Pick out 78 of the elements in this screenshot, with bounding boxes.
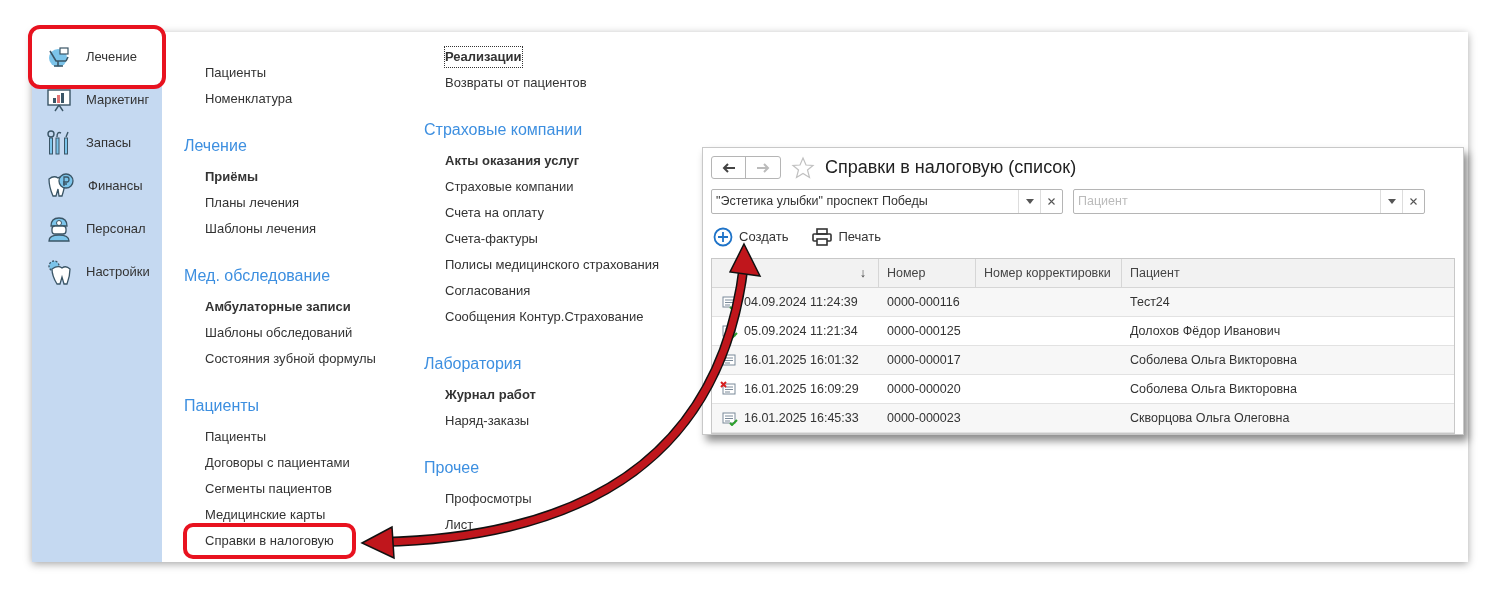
tooth-coin-icon <box>46 173 74 199</box>
filter-field[interactable]: Пациент <box>1073 189 1425 214</box>
section-heading: Страховые компании <box>424 120 584 140</box>
menu-link[interactable]: Счета-фактуры <box>445 229 538 249</box>
table-cell-text: 05.09.2024 11:21:34 <box>744 322 858 340</box>
table-cell-text: 16.01.2025 16:45:33 <box>744 409 859 427</box>
menu-link[interactable]: Журнал работ <box>445 385 536 405</box>
menu-link[interactable]: Планы лечения <box>205 193 300 213</box>
dental-tools-icon <box>46 130 72 156</box>
window-title: Справки в налоговую (список) <box>825 156 1077 179</box>
arrow-right-icon <box>756 162 770 173</box>
filter-input[interactable]: "Эстетика улыбки" проспект Победы <box>712 192 1018 211</box>
table-cell-text: 0000-000125 <box>887 322 961 340</box>
filter-input[interactable]: Пациент <box>1074 192 1380 211</box>
section-heading: Лаборатория <box>424 354 523 374</box>
create-button[interactable]: Создать <box>713 227 789 247</box>
menu-link[interactable]: Согласования <box>445 281 531 301</box>
tooth-gear-icon <box>46 259 72 285</box>
sidebar-item[interactable]: Персонал <box>36 214 160 244</box>
menu-link[interactable]: Пациенты <box>205 63 266 83</box>
section-heading: Мед. обследование <box>184 266 332 286</box>
table-cell-text: Соболева Ольга Викторовна <box>1130 351 1297 369</box>
doctor-icon <box>46 216 72 242</box>
table-cell-text: 16.01.2025 16:09:29 <box>744 380 859 398</box>
dental-chair-icon <box>46 45 72 69</box>
menu-link[interactable]: Амбулаторные записи <box>205 297 351 317</box>
table-row[interactable]: 04.09.2024 11:24:39 0000-000116 Тест24 <box>712 288 1454 317</box>
section-heading: Пациенты <box>184 396 261 416</box>
menu-link[interactable]: Страховые компании <box>445 177 574 197</box>
table-row[interactable]: 16.01.2025 16:45:33 0000-000023 Скворцова Ольга Олеговна <box>712 404 1454 433</box>
plus-circle-icon <box>713 227 733 247</box>
menu-link[interactable]: Приёмы <box>205 167 259 187</box>
sidebar-item[interactable]: Финансы <box>36 171 160 201</box>
star-icon[interactable] <box>791 155 815 180</box>
menu-link[interactable]: Договоры с пациентами <box>205 453 350 473</box>
menu-link[interactable]: Возвраты от пациентов <box>445 73 587 93</box>
table-cell-text: 0000-000023 <box>887 409 961 427</box>
arrow-left-icon <box>721 162 736 173</box>
presentation-chart-icon <box>46 88 72 112</box>
table-cell-text: 0000-000116 <box>887 293 960 311</box>
sidebar-item[interactable]: Маркетинг <box>36 85 160 115</box>
deleted-document-icon <box>720 381 738 397</box>
menu-link[interactable]: Акты оказания услуг <box>445 151 580 171</box>
table-cell-text: Соболева Ольга Викторовна <box>1130 380 1297 398</box>
column-header[interactable]: Номер корректировки <box>976 259 1122 287</box>
menu-link[interactable]: Наряд-заказы <box>445 411 530 431</box>
column-header[interactable]: Номер <box>879 259 976 287</box>
sidebar-item[interactable]: Настройки <box>36 257 160 287</box>
menu-link[interactable]: Состояния зубной формулы <box>205 349 376 369</box>
menu-link[interactable]: Счета на оплату <box>445 203 544 223</box>
menu-link[interactable]: Шаблоны обследований <box>205 323 353 343</box>
menu-link[interactable]: Лист <box>445 515 474 535</box>
menu-link[interactable]: Сегменты пациентов <box>205 479 332 499</box>
deleted-document-icon <box>720 352 738 368</box>
menu-link[interactable]: Полисы медицинского страхования <box>445 255 660 275</box>
table-row[interactable]: 16.01.2025 16:01:32 0000-000017 Соболева Ольга Викторовна <box>712 346 1454 375</box>
table-cell-text: 04.09.2024 11:24:39 <box>744 293 858 311</box>
table-cell-text: 0000-000020 <box>887 380 961 398</box>
menu-link[interactable]: Сообщения Контур.Страхование <box>445 307 644 327</box>
print-button[interactable]: Печать <box>812 227 881 247</box>
sidebar-item[interactable]: Запасы <box>36 128 160 158</box>
menu-link[interactable]: Медицинские карты <box>205 505 326 525</box>
menu-link[interactable]: Профосмотры <box>445 489 532 509</box>
table-cell-text: Тест24 <box>1130 293 1170 311</box>
posted-document-icon <box>720 410 738 426</box>
section-heading: Лечение <box>184 136 248 156</box>
table-cell-text: Скворцова Ольга Олеговна <box>1130 409 1290 427</box>
section-heading: Прочее <box>424 458 481 478</box>
filter-field[interactable]: "Эстетика улыбки" проспект Победы <box>711 189 1063 214</box>
table-cell-text: 0000-000017 <box>887 351 961 369</box>
table-cell-text: 16.01.2025 16:01:32 <box>744 351 859 369</box>
menu-link[interactable]: Шаблоны лечения <box>205 219 316 239</box>
menu-link[interactable]: Пациенты <box>205 427 266 447</box>
menu-link[interactable]: Номенклатура <box>205 89 293 109</box>
printer-icon <box>812 228 833 246</box>
table-cell-text: Долохов Фёдор Иванович <box>1130 322 1281 340</box>
menu-link[interactable]: Реализации <box>445 47 522 67</box>
column-header[interactable]: Пациент <box>1122 259 1454 287</box>
